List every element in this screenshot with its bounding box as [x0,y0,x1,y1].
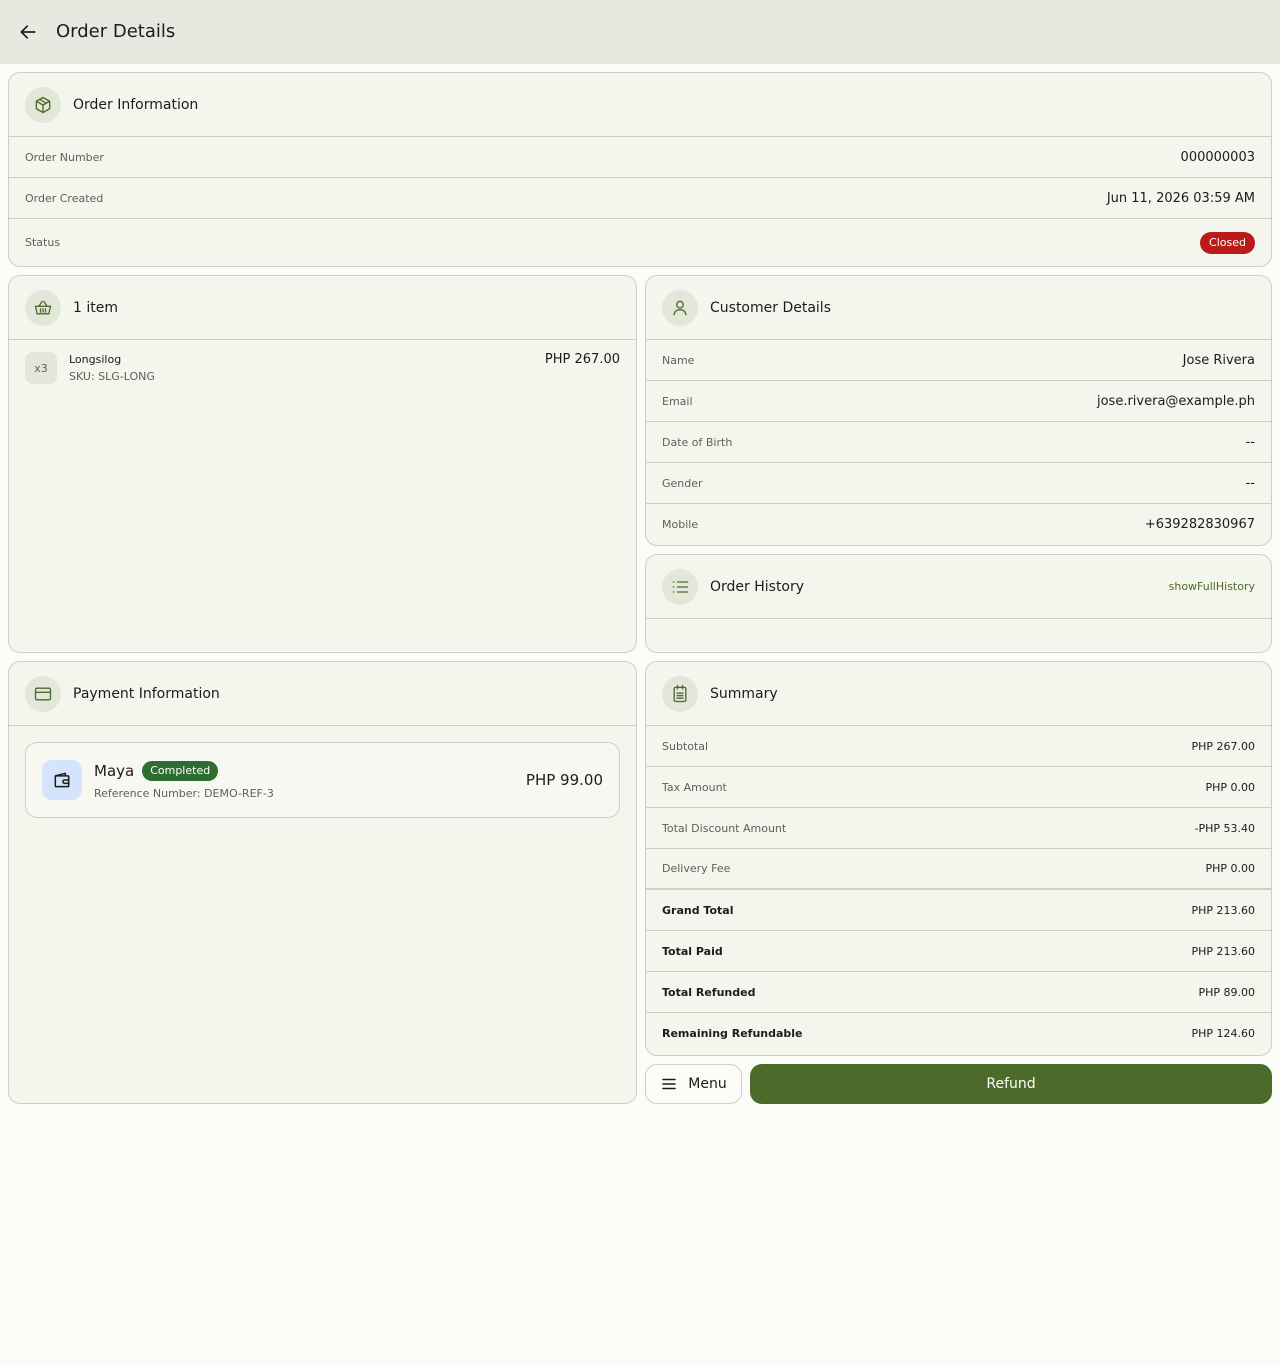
remaining-refundable-row: Remaining Refundable PHP 124.60 [646,1013,1271,1054]
summary-header: Summary [646,662,1271,726]
payment-information-card: Payment Information Maya Completed Refer… [8,661,637,1104]
customer-name-row: Name Jose Rivera [646,340,1271,381]
item-sku: SKU: SLG-LONG [69,370,155,383]
row-label: Total Refunded [662,985,756,999]
quantity-badge: x3 [25,352,57,384]
customer-mobile-value: +639282830967 [1144,517,1255,532]
row-label: Email [662,394,693,408]
row-label: Date of Birth [662,435,733,449]
payment-information-header: Payment Information [9,662,636,726]
discount-value: -PHP 53.40 [1194,821,1256,835]
menu-button[interactable]: Menu [645,1064,742,1104]
app-bar: Order Details [0,0,1280,64]
items-card: 1 item x3 Longsilog SKU: SLG-LONG PHP 26… [8,275,637,653]
row-label: Mobile [662,518,699,531]
status-row: Status Closed [9,219,1271,266]
order-created-row: Order Created Jun 11, 2026 03:59 AM [9,178,1271,219]
customer-dob-value: -- [1245,434,1255,450]
row-label: Tax Amount [662,780,727,794]
back-button[interactable] [12,16,44,48]
discount-row: Total Discount Amount -PHP 53.40 [646,808,1271,849]
delivery-fee-row: Delivery Fee PHP 0.00 [646,849,1271,890]
customer-email-row: Email jose.rivera@example.ph [646,381,1271,422]
user-icon [673,300,687,315]
customer-details-header: Customer Details [646,276,1271,340]
card-title: Summary [710,685,778,702]
page-title: Order Details [56,21,176,42]
delivery-fee-value: PHP 0.00 [1205,862,1255,875]
basket-icon [34,300,52,314]
total-paid-row: Total Paid PHP 213.60 [646,931,1271,972]
card-title: 1 item [73,299,118,316]
tax-value: PHP 0.00 [1205,780,1255,794]
customer-gender-row: Gender -- [646,463,1271,504]
summary-card: Summary Subtotal PHP 267.00 Tax Amount P… [645,661,1272,1056]
hamburger-menu-icon [662,1078,677,1090]
order-number-row: Order Number 000000003 [9,137,1271,178]
customer-gender-value: -- [1245,475,1255,491]
remaining-refundable-value: PHP 124.60 [1191,1027,1255,1040]
card-title: Payment Information [73,685,220,702]
row-label: Order Created [25,191,104,205]
order-information-card: Order Information Order Number 000000003… [8,72,1272,267]
row-label: Grand Total [662,903,734,917]
card-title: Customer Details [710,299,831,316]
refund-button[interactable]: Refund [750,1064,1272,1104]
grand-total-row: Grand Total PHP 213.60 [646,890,1271,931]
row-label: Gender [662,476,703,490]
menu-label: Menu [688,1076,727,1092]
order-history-card: Order History showFullHistory [645,554,1272,653]
payment-reference: Reference Number: DEMO-REF-3 [94,786,274,800]
credit-card-icon [34,687,52,700]
row-label: Subtotal [662,739,709,753]
item-name: Longsilog [69,353,122,366]
row-label: Order Number [25,150,104,164]
subtotal-value: PHP 267.00 [1191,739,1255,753]
list-item[interactable]: x3 Longsilog SKU: SLG-LONG PHP 267.00 [9,340,636,398]
customer-email-value: jose.rivera@example.ph [1096,393,1255,409]
order-created-value: Jun 11, 2026 03:59 AM [1106,190,1255,206]
total-refunded-value: PHP 89.00 [1198,985,1255,999]
payment-status-badge: Completed [142,760,219,781]
arrow-left-icon [20,25,36,39]
customer-details-card: Customer Details Name Jose Rivera Email … [645,275,1272,546]
list-icon [672,580,689,593]
order-number-value: 000000003 [1180,149,1255,165]
row-label: Delivery Fee [662,862,731,875]
customer-dob-row: Date of Birth -- [646,422,1271,463]
row-label: Name [662,353,695,367]
order-information-header: Order Information [9,73,1271,137]
card-title: Order History [710,578,805,595]
payment-entry[interactable]: Maya Completed Reference Number: DEMO-RE… [25,742,620,818]
total-paid-value: PHP 213.60 [1191,944,1255,958]
order-history-header: Order History showFullHistory [646,555,1271,619]
row-label: Total Paid [662,944,723,958]
receipt-icon [673,684,687,702]
status-badge: Closed [1200,231,1255,254]
show-full-history-link[interactable]: showFullHistory [1169,580,1255,593]
total-refunded-row: Total Refunded PHP 89.00 [646,972,1271,1013]
row-label: Remaining Refundable [662,1027,803,1040]
customer-mobile-row: Mobile +639282830967 [646,504,1271,545]
items-header: 1 item [9,276,636,340]
payment-method: Maya [94,761,135,780]
payment-amount: PHP 99.00 [525,771,603,789]
row-label: Total Discount Amount [662,821,787,835]
wallet-icon [54,772,70,788]
tax-row: Tax Amount PHP 0.00 [646,767,1271,808]
package-icon [35,96,51,113]
subtotal-row: Subtotal PHP 267.00 [646,726,1271,767]
grand-total-value: PHP 213.60 [1191,903,1255,917]
row-label: Status [25,236,61,249]
card-title: Order Information [73,96,199,113]
item-price: PHP 267.00 [544,352,620,367]
customer-name-value: Jose Rivera [1182,352,1255,368]
